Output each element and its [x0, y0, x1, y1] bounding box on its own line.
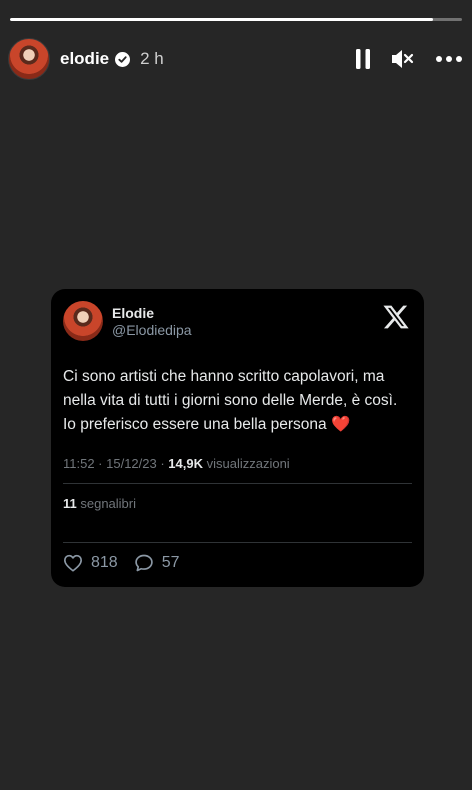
tweet-text-line-content: Io preferisco essere una bella persona	[63, 416, 327, 433]
tweet-text-line: Ci sono artisti che hanno scritto capola…	[63, 368, 385, 385]
replies-count: 57	[161, 554, 180, 571]
heart-outline-icon	[63, 554, 82, 572]
tweet-text: Ci sono artisti che hanno scritto capola…	[63, 365, 415, 437]
bookmarks-label: segnalibri	[76, 496, 137, 511]
tweet-bookmarks[interactable]: 11 segnalibri	[63, 496, 136, 511]
mute-button[interactable]	[392, 49, 414, 69]
verified-badge-icon	[115, 51, 131, 67]
tweet-author-name: Elodie	[112, 305, 155, 321]
x-logo-icon	[383, 305, 409, 329]
like-button[interactable]: 818	[63, 554, 118, 572]
pause-button[interactable]	[356, 49, 370, 69]
story-header: elodie 2 h	[8, 38, 462, 80]
tweet-text-line: Io preferisco essere una bella persona ❤…	[63, 413, 415, 437]
divider	[63, 542, 412, 543]
story-progress-bar	[10, 18, 462, 21]
speech-bubble-icon	[134, 554, 153, 572]
tweet-author-handle: @Elodiedipa	[112, 322, 192, 338]
tweet-text-line: nella vita di tutti i giorni sono delle …	[63, 392, 398, 409]
views-count: 14,9K	[168, 456, 203, 471]
red-heart-emoji: ❤️	[330, 416, 351, 433]
more-horizontal-icon	[436, 56, 462, 62]
story-progress-fill	[10, 18, 433, 21]
tweet-meta: 11:52 · 15/12/23 · 14,9K visualizzazioni	[63, 456, 290, 471]
avatar[interactable]	[8, 38, 50, 80]
muted-speaker-icon	[392, 50, 414, 68]
tweet-timestamp: 11:52 · 15/12/23 ·	[63, 456, 169, 471]
divider	[63, 483, 412, 484]
views-label: visualizzazioni	[202, 456, 290, 471]
likes-count: 818	[91, 554, 118, 571]
story-controls	[356, 49, 462, 69]
reply-button[interactable]: 57	[134, 553, 180, 573]
tweet-card[interactable]: Elodie @Elodiedipa Ci sono artisti che h…	[51, 289, 424, 587]
bookmarks-count: 11	[63, 496, 77, 511]
tweet-avatar	[63, 301, 103, 341]
tweet-actions: 818 57	[63, 553, 196, 573]
pause-icon	[356, 49, 370, 69]
username[interactable]: elodie	[60, 49, 109, 69]
post-time: 2 h	[140, 49, 164, 68]
more-options-button[interactable]	[436, 56, 462, 62]
